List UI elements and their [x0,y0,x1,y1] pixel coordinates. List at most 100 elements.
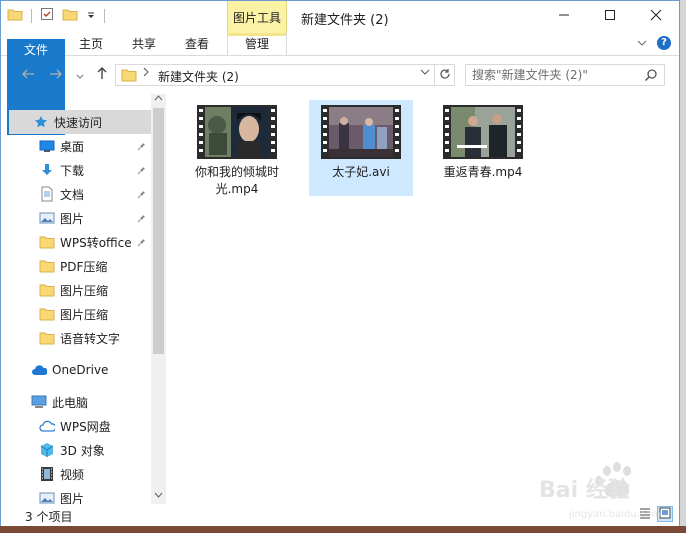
item-count: 3 个项目 [25,510,73,524]
sidebar-item-pictures-pc[interactable]: 图片 [9,486,149,504]
chevron-right-icon[interactable] [142,67,150,80]
star-icon [33,114,49,130]
scroll-down-icon[interactable] [154,491,163,502]
refresh-icon [439,68,451,83]
sidebar-item-onedrive[interactable]: OneDrive [9,358,149,382]
sidebar-item-speech-to-text[interactable]: 语音转文字 [9,326,149,350]
sidebar-item-wps-to-office[interactable]: WPS转office [9,230,149,254]
pictures-icon [39,490,55,504]
navigation-pane: 快速访问 桌面 下载 文档 图片 WPS转office PDF压缩 图片压缩 图… [1,94,167,504]
folder-icon [39,306,55,322]
file-name: 太子妃.avi [332,165,390,179]
file-item[interactable]: 你和我的倾城时光.mp4 [185,100,289,196]
search-box[interactable] [465,64,665,86]
baidu-watermark: Bai 经验 jingyan.baidu.com [529,455,679,525]
chevron-down-icon [76,66,84,84]
up-button[interactable] [91,64,113,86]
pin-icon[interactable] [137,212,147,226]
sidebar-item-pictures[interactable]: 图片 [9,206,149,230]
file-name: 你和我的倾城时光.mp4 [194,165,279,196]
pictures-icon [39,210,55,226]
title-bar: 图片工具 新建文件夹 (2) [1,1,679,33]
sidebar-item-image-compress-2[interactable]: 图片压缩 [9,302,149,326]
quick-access-toolbar [7,7,105,24]
computer-icon [31,394,47,410]
sidebar-item-documents[interactable]: 文档 [9,182,149,206]
folder-icon [39,234,55,250]
customize-qat-icon[interactable] [86,9,96,23]
expand-ribbon-icon[interactable] [637,36,647,50]
toolbar-separator [104,8,105,23]
video-thumbnail [197,105,277,159]
arrow-up-icon [96,66,108,84]
cloud-icon [31,362,47,378]
navigation-scrollbar[interactable] [151,94,166,504]
arrow-right-icon [49,66,63,84]
watermark-brand: Bai 经验 [539,477,630,503]
pin-icon[interactable] [137,236,147,250]
tab-home[interactable]: 主页 [67,33,115,55]
forward-button[interactable] [45,64,67,86]
sidebar-item-quick-access[interactable]: 快速访问 [9,110,151,134]
address-dropdown-icon[interactable] [420,67,430,80]
desktop-icon [39,138,55,154]
ribbon-right-controls: ? [637,36,671,50]
download-icon [39,162,55,178]
cloud-outline-icon [39,418,55,434]
desktop-edge [680,0,686,533]
pin-icon[interactable] [137,140,147,154]
properties-icon[interactable] [40,7,54,24]
arrow-left-icon [21,66,35,84]
folder-icon [39,330,55,346]
recent-locations-button[interactable] [69,64,91,86]
file-list: 你和我的倾城时光.mp4 太子妃.avi 重返青春.mp4 [169,94,679,504]
close-icon [650,9,662,24]
back-button[interactable] [17,64,39,86]
sidebar-item-videos[interactable]: 视频 [9,462,149,486]
search-icon[interactable] [644,68,658,85]
sidebar-item-desktop[interactable]: 桌面 [9,134,149,158]
file-item-selected[interactable]: 太子妃.avi [309,100,413,196]
minimize-button[interactable] [541,1,587,31]
tab-manage[interactable]: 管理 [227,33,287,55]
desktop-background [0,526,686,533]
search-input[interactable] [472,67,632,83]
maximize-icon [604,9,616,24]
help-icon[interactable]: ? [657,36,671,50]
film-icon [39,466,55,482]
sidebar-item-3d-objects[interactable]: 3D 对象 [9,438,149,462]
folder-icon [39,282,55,298]
cube-icon [39,442,55,458]
sidebar-item-wps-drive[interactable]: WPS网盘 [9,414,149,438]
new-folder-icon[interactable] [62,7,78,24]
sidebar-item-downloads[interactable]: 下载 [9,158,149,182]
video-thumbnail [443,105,523,159]
sidebar-item-this-pc[interactable]: 此电脑 [9,390,149,414]
toolbar-separator [31,8,32,23]
close-button[interactable] [633,1,679,31]
breadcrumb[interactable]: 新建文件夹 (2) [158,68,239,85]
file-item[interactable]: 重返青春.mp4 [431,100,535,196]
tab-view[interactable]: 查看 [173,33,221,55]
address-bar[interactable]: 新建文件夹 (2) [115,64,435,86]
pin-icon[interactable] [137,164,147,178]
refresh-button[interactable] [435,64,455,86]
watermark-url: jingyan.baidu.com [568,509,661,520]
window-title: 新建文件夹 (2) [301,13,389,28]
folder-icon [39,258,55,274]
ribbon-tabs: 文件 主页 共享 查看 管理 ? [1,33,679,135]
file-name: 重返青春.mp4 [443,165,523,179]
document-icon [39,186,55,202]
scroll-up-icon[interactable] [154,94,163,105]
pin-icon[interactable] [137,188,147,202]
tab-share[interactable]: 共享 [119,33,169,55]
sidebar-item-pdf-compress[interactable]: PDF压缩 [9,254,149,278]
maximize-button[interactable] [587,1,633,31]
folder-icon [121,67,137,85]
scrollbar-thumb[interactable] [153,108,164,354]
address-row: 新建文件夹 (2) [1,56,679,94]
folder-icon [7,7,23,24]
sidebar-item-image-compress-1[interactable]: 图片压缩 [9,278,149,302]
explorer-window: 图片工具 新建文件夹 (2) 文件 主页 共享 查看 管理 ? 新建文件夹 (2… [0,0,680,527]
baidu-paw-logo: Bai 经验 jingyan.baidu.com [539,462,661,520]
